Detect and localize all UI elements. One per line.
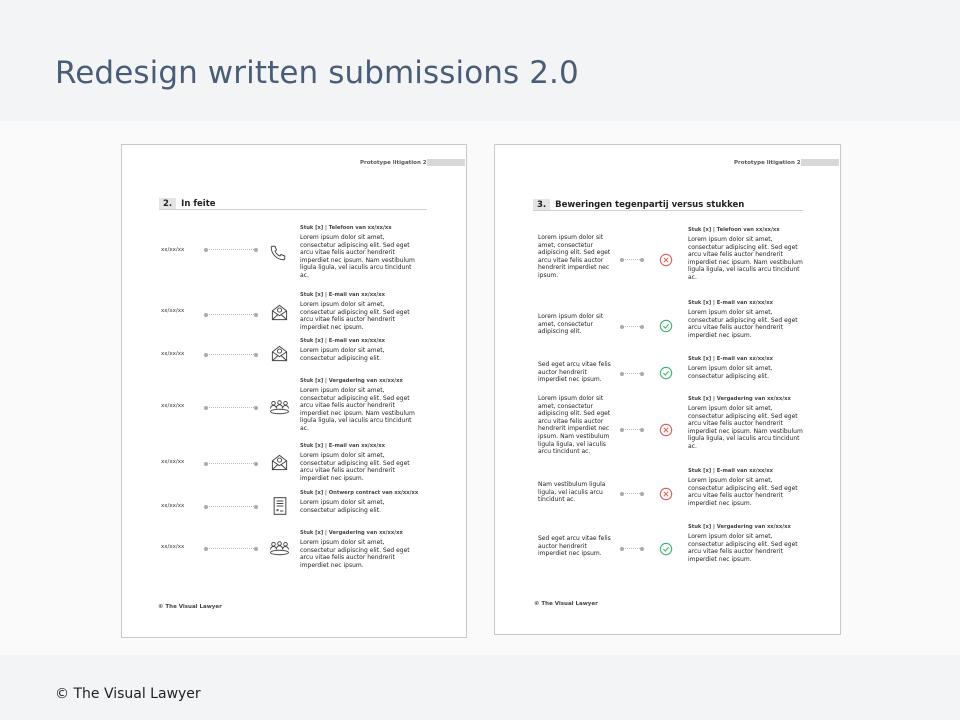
entry-body: Lorem ipsum dolor sit amet, consectetur … — [300, 452, 410, 482]
claim-text: Nam vestibulum ligula ligula, vel iaculi… — [538, 481, 606, 504]
entry-title: Stuk [x] | Ontwerp contract van xx/xx/xx — [300, 490, 419, 496]
claim-connector — [620, 257, 644, 262]
meeting-icon — [269, 540, 290, 560]
section-label: In feite — [181, 199, 216, 209]
email-icon — [270, 453, 289, 476]
timeline-connector — [204, 405, 258, 410]
timeline-connector — [204, 352, 258, 357]
entry-title: Stuk [x] | E-mail van xx/xx/xx — [300, 338, 385, 344]
document-entry: Stuk [x] | E-mail van xx/xx/xx Lorem ips… — [300, 443, 422, 482]
slide-title: Redesign written submissions 2.0 — [55, 55, 579, 91]
check-circle-icon — [659, 541, 673, 560]
document-entry: Stuk [x] | E-mail van xx/xx/xx Lorem ips… — [688, 300, 810, 339]
document-entry: Stuk [x] | E-mail van xx/xx/xx Lorem ips… — [688, 356, 810, 380]
timeline-connector — [204, 247, 258, 252]
entry-body: Lorem ipsum dolor sit amet, consectetur … — [688, 533, 798, 563]
claim-text: Lorem ipsum dolor sit amet, consectetur … — [538, 395, 611, 456]
claim-connector — [620, 491, 644, 496]
slide-footer: © The Visual Lawyer — [55, 686, 201, 702]
entry-title: Stuk [x] | Telefoon van xx/xx/xx — [688, 227, 780, 233]
section-label: Beweringen tegenpartij versus stukken — [555, 200, 745, 210]
document-entry: Stuk [x] | Vergadering van xx/xx/xx Lore… — [688, 396, 810, 451]
document-entry: Stuk [x] | Telefoon van xx/xx/xx Lorem i… — [688, 227, 810, 282]
claim-connector — [620, 371, 644, 376]
document-entry: Stuk [x] | Vergadering van xx/xx/xx Lore… — [300, 530, 422, 569]
entry-body: Lorem ipsum dolor sit amet, consectetur … — [300, 499, 385, 514]
section-rule — [159, 209, 427, 210]
timeline-connector — [204, 461, 258, 466]
entry-body: Lorem ipsum dolor sit amet, consectetur … — [688, 309, 798, 339]
claim-text: Lorem ipsum dolor sit amet, consectetur … — [538, 313, 604, 336]
doc-header: Prototype litigation 2.0 — [734, 160, 807, 166]
entry-title: Stuk [x] | E-mail van xx/xx/xx — [300, 443, 385, 449]
row-date: xx/xx/xx — [161, 351, 185, 357]
entry-title: Stuk [x] | Vergadering van xx/xx/xx — [688, 396, 791, 402]
entry-body: Lorem ipsum dolor sit amet, consectetur … — [688, 477, 798, 507]
entry-title: Stuk [x] | Vergadering van xx/xx/xx — [300, 530, 403, 536]
row-date: xx/xx/xx — [161, 544, 185, 550]
claim-connector — [620, 546, 644, 551]
claim-text: Lorem ipsum dolor sit amet, consectetur … — [538, 234, 611, 279]
document-entry: Stuk [x] | Telefoon van xx/xx/xx Lorem i… — [300, 225, 422, 280]
entry-body: Lorem ipsum dolor sit amet, consectetur … — [300, 387, 415, 432]
entry-title: Stuk [x] | Vergadering van xx/xx/xx — [300, 378, 403, 384]
contract-icon — [272, 496, 288, 520]
doc-header-bar — [801, 159, 839, 166]
check-circle-icon — [659, 318, 673, 337]
entry-body: Lorem ipsum dolor sit amet, consectetur … — [688, 405, 803, 450]
cross-circle-icon — [659, 252, 673, 271]
document-entry: Stuk [x] | Vergadering van xx/xx/xx Lore… — [300, 378, 422, 433]
claim-connector — [620, 427, 644, 432]
entry-body: Lorem ipsum dolor sit amet, consectetur … — [300, 539, 410, 569]
row-date: xx/xx/xx — [161, 308, 185, 314]
doc-footer: © The Visual Lawyer — [534, 601, 598, 607]
check-circle-icon — [659, 365, 673, 384]
cross-circle-icon — [659, 486, 673, 505]
entry-body: Lorem ipsum dolor sit amet, consectetur … — [300, 234, 415, 279]
document-entry: Stuk [x] | E-mail van xx/xx/xx Lorem ips… — [300, 338, 422, 362]
entry-title: Stuk [x] | E-mail van xx/xx/xx — [300, 292, 385, 298]
row-date: xx/xx/xx — [161, 503, 185, 509]
claim-text: Sed eget arcu vitae felis auctor hendrer… — [538, 361, 611, 384]
row-date: xx/xx/xx — [161, 459, 185, 465]
claim-text: Sed eget arcu vitae felis auctor hendrer… — [538, 535, 611, 558]
row-date: xx/xx/xx — [161, 403, 185, 409]
doc-footer: © The Visual Lawyer — [158, 604, 222, 610]
entry-body: Lorem ipsum dolor sit amet, consectetur … — [300, 301, 410, 331]
phone-icon — [269, 244, 287, 266]
entry-title: Stuk [x] | E-mail van xx/xx/xx — [688, 468, 773, 474]
entry-title: Stuk [x] | Telefoon van xx/xx/xx — [300, 225, 392, 231]
timeline-connector — [204, 312, 258, 317]
document-entry: Stuk [x] | Vergadering van xx/xx/xx Lore… — [688, 524, 810, 563]
document-page-facts: Prototype litigation 2.0 2. In feite xx/x… — [121, 144, 467, 638]
claim-connector — [620, 324, 644, 329]
email-icon — [270, 303, 289, 326]
doc-header: Prototype litigation 2.0 — [360, 160, 433, 166]
entry-body: Lorem ipsum dolor sit amet, consectetur … — [300, 347, 385, 362]
email-icon — [270, 344, 289, 367]
document-entry: Stuk [x] | E-mail van xx/xx/xx Lorem ips… — [300, 292, 422, 331]
entry-title: Stuk [x] | E-mail van xx/xx/xx — [688, 300, 773, 306]
section-rule — [533, 210, 803, 211]
doc-header-bar — [427, 159, 465, 166]
meeting-icon — [269, 399, 290, 419]
document-page-claims: Prototype litigation 2.0 3. Beweringen te… — [494, 144, 841, 635]
document-entry: Stuk [x] | Ontwerp contract van xx/xx/xx… — [300, 490, 422, 514]
cross-circle-icon — [659, 422, 673, 441]
entry-title: Stuk [x] | E-mail van xx/xx/xx — [688, 356, 773, 362]
timeline-connector — [204, 504, 258, 509]
document-entry: Stuk [x] | E-mail van xx/xx/xx Lorem ips… — [688, 468, 810, 507]
row-date: xx/xx/xx — [161, 247, 185, 253]
entry-title: Stuk [x] | Vergadering van xx/xx/xx — [688, 524, 791, 530]
timeline-connector — [204, 546, 258, 551]
entry-body: Lorem ipsum dolor sit amet, consectetur … — [688, 236, 803, 281]
entry-body: Lorem ipsum dolor sit amet, consectetur … — [688, 365, 773, 380]
